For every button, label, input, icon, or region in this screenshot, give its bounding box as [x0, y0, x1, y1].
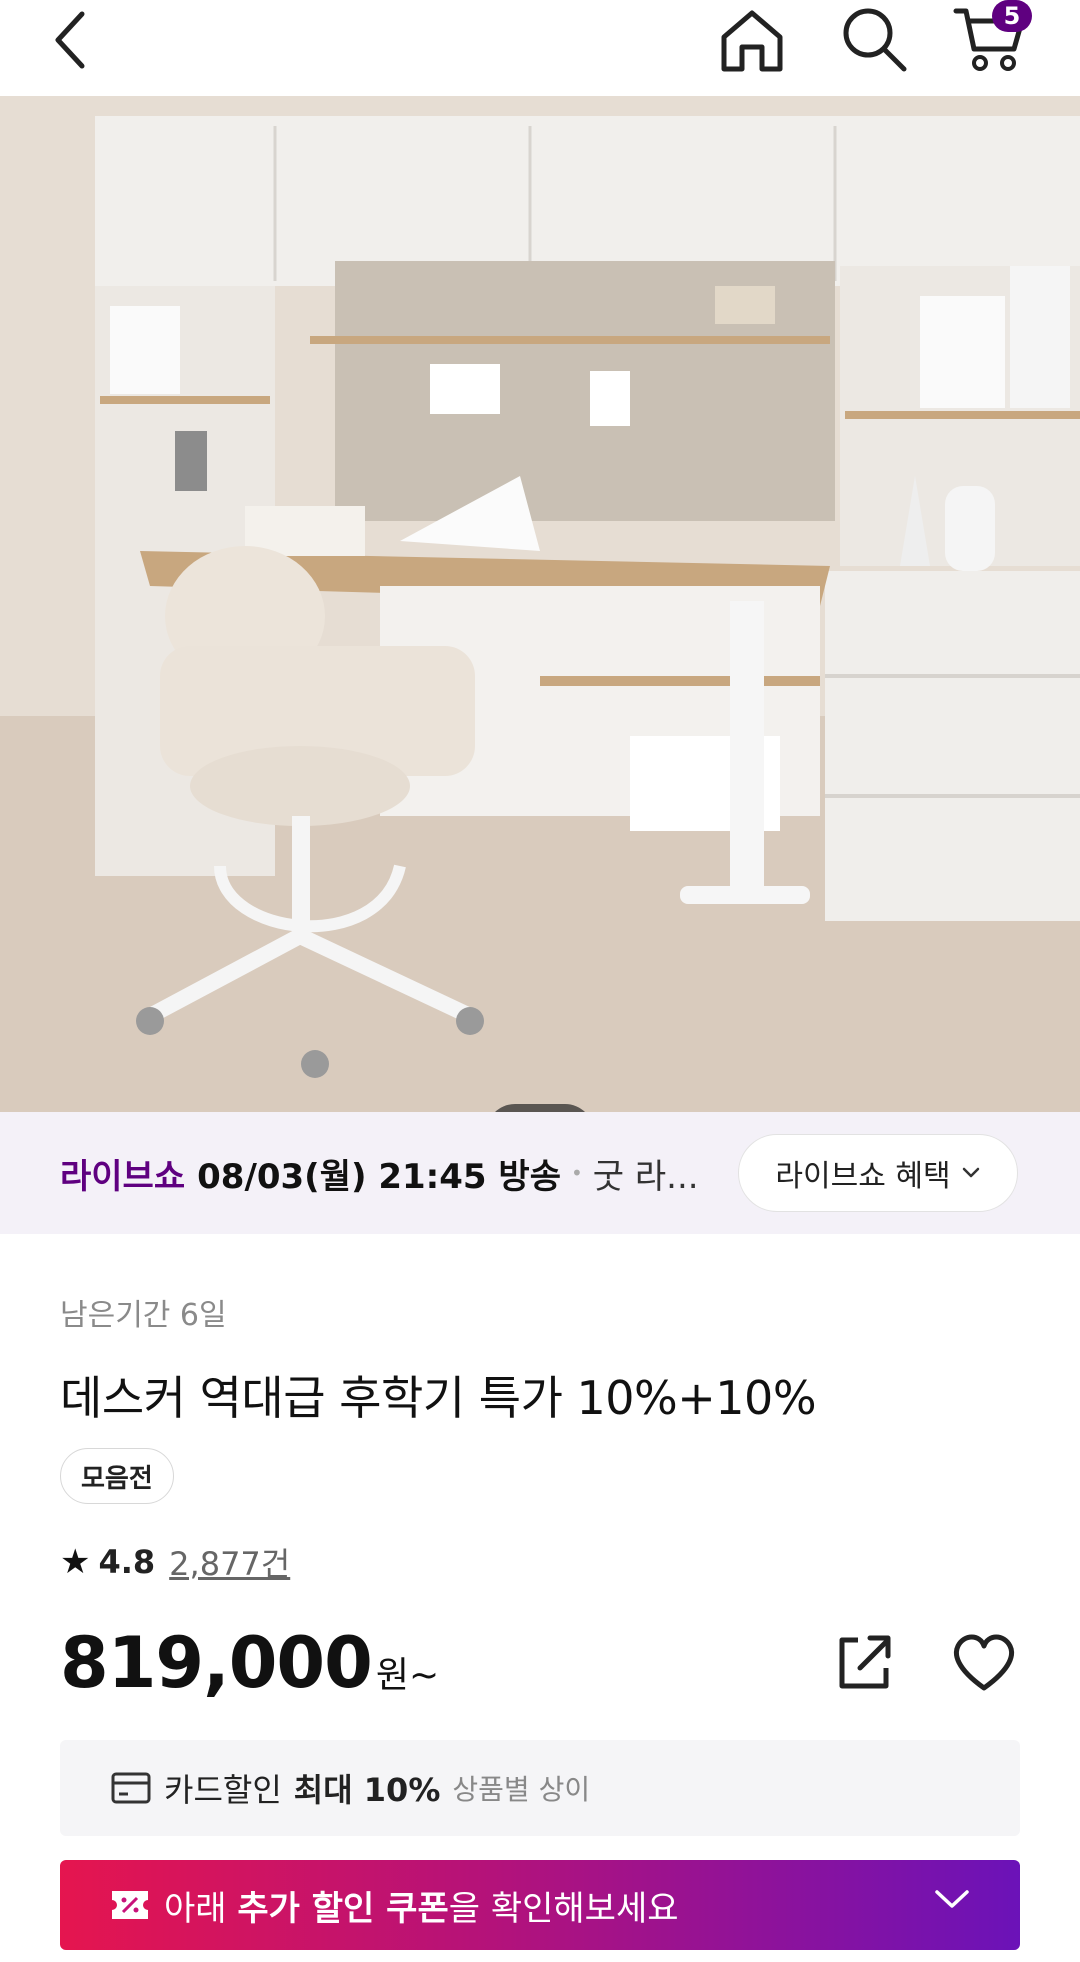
live-show-benefits-label: 라이브쇼 혜택 — [775, 1159, 951, 1194]
coupon-suffix: 을 확인해보세요 — [448, 1888, 679, 1929]
chevron-down-icon — [962, 1167, 979, 1178]
card-discount-max: 최대 10% — [293, 1771, 441, 1809]
coupon-banner[interactable]: 아래 추가 할인 쿠폰을 확인해보세요 — [60, 1860, 1020, 1950]
product-photo — [0, 96, 1080, 1112]
coupon-highlight: 추가 할인 쿠폰 — [237, 1888, 449, 1929]
separator-dot: • — [571, 1161, 583, 1185]
live-show-subtitle: 굿 라... — [592, 1156, 699, 1197]
live-show-brand: 라이브쇼 — [60, 1156, 186, 1197]
price-unit: 원~ — [375, 1655, 440, 1696]
live-show-datetime: 08/03(월) 21:45 방송 — [197, 1156, 561, 1197]
product-image-gallery[interactable]: 1 | 6 — [0, 96, 1080, 1112]
home-button[interactable] — [712, 0, 792, 80]
card-discount-row[interactable]: 카드할인 최대 10% 상품별 상이 — [60, 1740, 1020, 1836]
coupon-icon — [112, 1891, 148, 1919]
chevron-left-icon — [55, 11, 85, 69]
review-count-link[interactable]: 2,877건 — [169, 1539, 290, 1585]
home-icon — [721, 10, 783, 72]
back-button[interactable] — [30, 0, 110, 80]
product-title: 데스커 역대급 후학기 특가 10%+10% — [60, 1371, 817, 1425]
chevron-down-icon — [935, 1890, 969, 1908]
share-icon — [839, 1635, 891, 1689]
card-discount-label: 카드할인 — [164, 1771, 282, 1809]
rating-row: ★ 4.8 2,877건 — [60, 1540, 290, 1584]
price-value: 819,000 — [60, 1622, 373, 1704]
star-icon: ★ — [60, 1542, 91, 1582]
heart-icon — [953, 1634, 1015, 1691]
remaining-period: 남은기간 6일 — [60, 1298, 227, 1333]
search-icon — [843, 8, 907, 72]
share-button[interactable] — [832, 1630, 896, 1694]
wishlist-button[interactable] — [950, 1630, 1018, 1694]
coupon-prefix: 아래 — [164, 1888, 227, 1929]
top-bar: 5 — [0, 0, 1080, 96]
cart-count-badge: 5 — [992, 0, 1032, 32]
rating-score: 4.8 — [98, 1543, 156, 1581]
live-show-text: 라이브쇼 08/03(월) 21:45 방송 • 굿 라... — [60, 1112, 700, 1234]
price: 819,000 원~ — [60, 1622, 439, 1704]
credit-card-icon — [111, 1772, 151, 1804]
search-button[interactable] — [830, 0, 920, 80]
live-show-benefits-button[interactable]: 라이브쇼 혜택 — [738, 1134, 1018, 1212]
card-discount-note: 상품별 상이 — [452, 1773, 591, 1806]
collection-tag[interactable]: 모음전 — [60, 1448, 174, 1504]
